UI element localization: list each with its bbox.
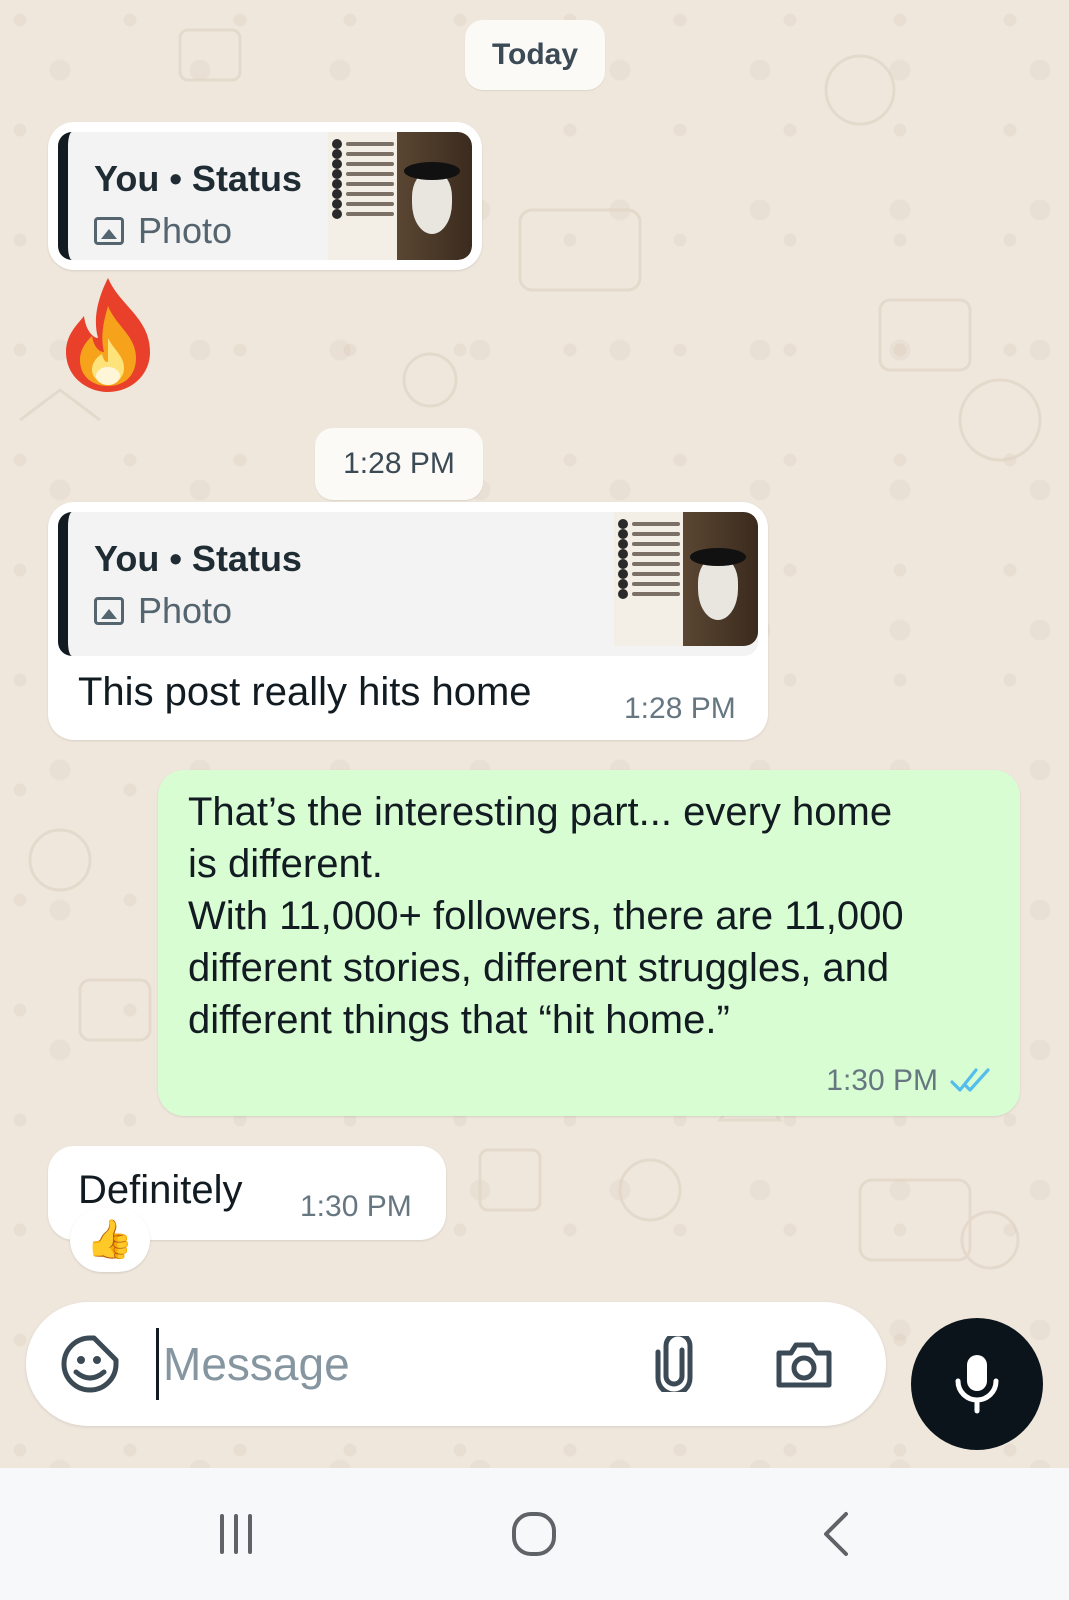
status-reply-bubble[interactable]: You • Status Photo xyxy=(48,122,482,270)
thumbnail-checklist xyxy=(332,136,394,222)
thumbnail-hat xyxy=(690,548,746,566)
thumbs-up-reaction[interactable]: 👍 xyxy=(70,1208,150,1272)
photo-icon xyxy=(94,217,124,245)
photo-icon xyxy=(94,597,124,625)
message-timestamp: 1:30 PM xyxy=(300,1190,412,1223)
thumbnail-person xyxy=(698,558,738,620)
recent-apps-icon[interactable] xyxy=(196,1498,276,1570)
status-thumbnail[interactable] xyxy=(328,132,472,260)
time-separator: 1:28 PM xyxy=(315,428,483,500)
message-line: With 11,000+ followers, there are 11,000 xyxy=(188,894,904,938)
outgoing-message-bubble[interactable]: That’s the interesting part... every hom… xyxy=(158,770,1020,1116)
message-line: That’s the interesting part... every hom… xyxy=(188,790,893,834)
thumbnail-checklist xyxy=(618,516,680,602)
home-icon[interactable] xyxy=(494,1498,574,1570)
message-line: different stories, different struggles, … xyxy=(188,946,890,990)
status-thumbnail[interactable] xyxy=(614,512,758,646)
message-text: This post really hits home xyxy=(78,670,532,714)
message-text: That’s the interesting part... every hom… xyxy=(188,786,904,1046)
thumbnail-person xyxy=(412,172,452,234)
date-separator: Today xyxy=(465,20,605,90)
quoted-status[interactable]: You • Status Photo xyxy=(58,132,472,260)
thumbnail-hat xyxy=(404,162,460,180)
chat-background: Today You • Status Photo 1:28 PM You • S… xyxy=(0,0,1069,1468)
sticker-smiley-icon[interactable] xyxy=(58,1332,122,1396)
message-line: different things that “hit home.” xyxy=(188,998,730,1042)
incoming-message-bubble[interactable]: You • Status Photo This post really hits… xyxy=(48,502,768,740)
quoted-status-type: Photo xyxy=(94,210,232,252)
quoted-status[interactable]: You • Status Photo xyxy=(58,512,758,656)
paperclip-icon[interactable] xyxy=(642,1332,706,1396)
quoted-status-type: Photo xyxy=(94,590,232,632)
message-line: is different. xyxy=(188,842,383,886)
fire-emoji xyxy=(66,278,150,392)
message-timestamp: 1:30 PM xyxy=(826,1064,938,1097)
quoted-status-title: You • Status xyxy=(94,538,302,579)
microphone-icon xyxy=(955,1355,999,1414)
message-input[interactable] xyxy=(156,1328,656,1400)
message-text: Definitely xyxy=(78,1168,243,1212)
quoted-status-type-label: Photo xyxy=(138,210,233,251)
quoted-status-type-label: Photo xyxy=(138,590,233,631)
system-navigation-bar xyxy=(0,1468,1069,1600)
back-icon[interactable] xyxy=(796,1498,876,1570)
message-timestamp: 1:28 PM xyxy=(624,692,736,725)
microphone-button[interactable] xyxy=(911,1318,1043,1450)
message-composer xyxy=(26,1302,886,1426)
read-receipt-icon xyxy=(950,1068,990,1092)
quoted-status-title: You • Status xyxy=(94,158,302,199)
camera-icon[interactable] xyxy=(772,1332,836,1396)
